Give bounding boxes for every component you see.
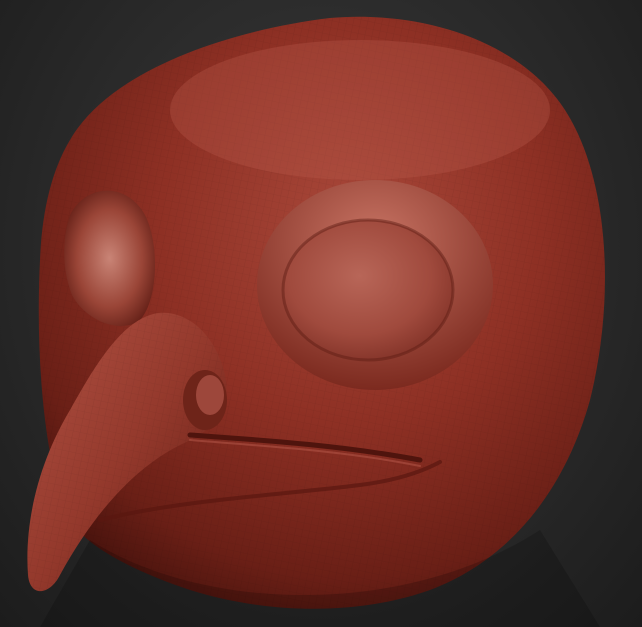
sculpt-viewport[interactable] xyxy=(0,0,642,627)
brow-highlight xyxy=(170,40,550,180)
bird-head-sculpt xyxy=(27,16,605,627)
